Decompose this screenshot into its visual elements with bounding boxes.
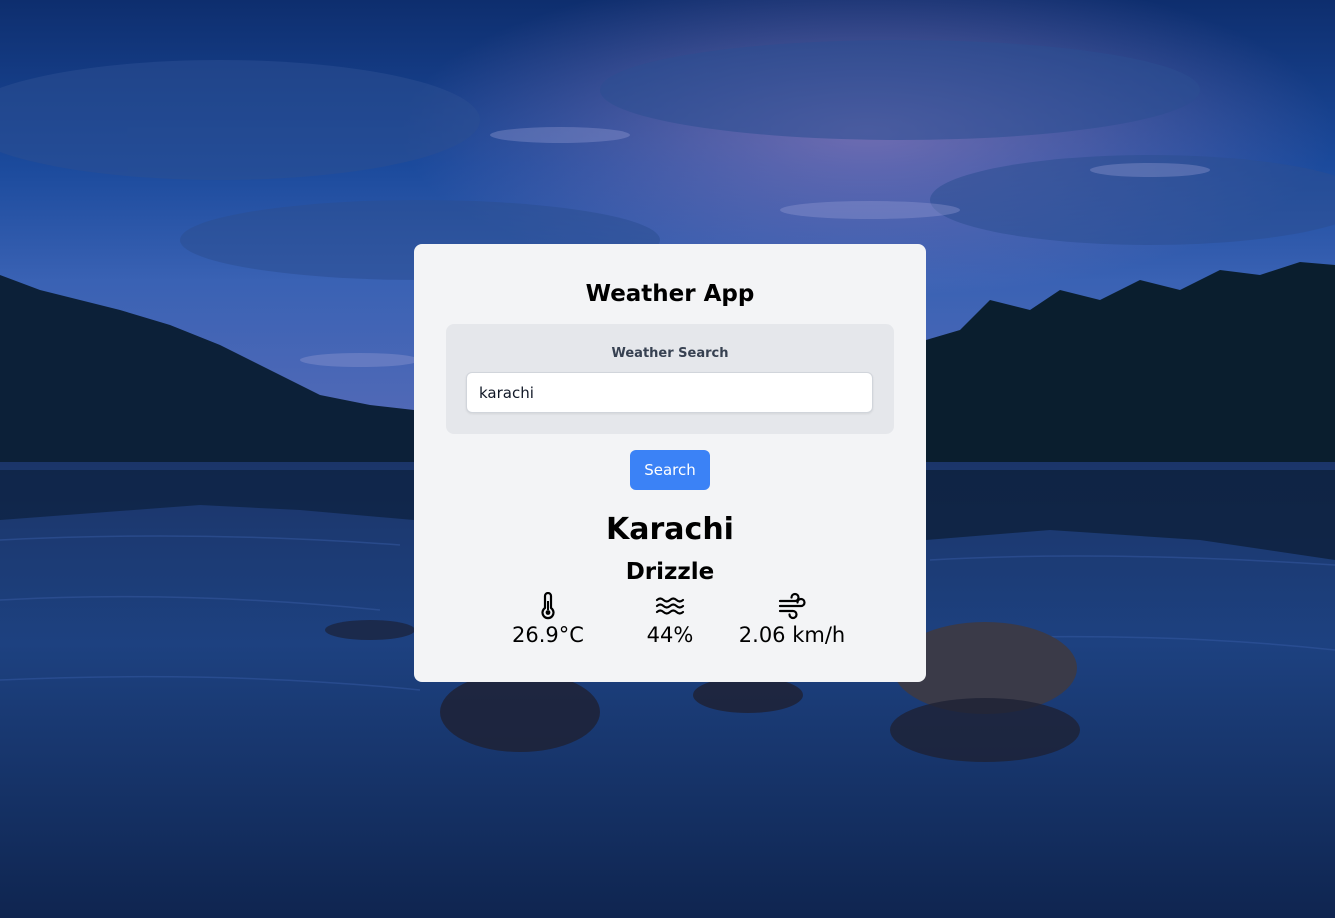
weather-condition: Drizzle [625, 559, 715, 585]
weather-card: Weather App Weather Search Search Karach… [414, 244, 926, 682]
search-panel: Weather Search [446, 324, 894, 434]
temperature-value: 26.9°C [512, 623, 584, 647]
search-button[interactable]: Search [630, 450, 710, 490]
search-label: Weather Search [611, 346, 729, 361]
wind-icon [722, 592, 862, 620]
city-name: Karachi [606, 512, 734, 547]
humidity-stat: 44% [600, 592, 740, 650]
wind-stat: 2.06 km/h [722, 592, 862, 650]
temperature-stat: 26.9°C [478, 592, 618, 650]
water-waves-icon [600, 592, 740, 620]
search-input[interactable] [466, 372, 873, 413]
app-title: Weather App [585, 281, 755, 307]
thermometer-icon [478, 592, 618, 620]
wind-value: 2.06 km/h [738, 623, 846, 647]
humidity-value: 44% [646, 623, 694, 647]
